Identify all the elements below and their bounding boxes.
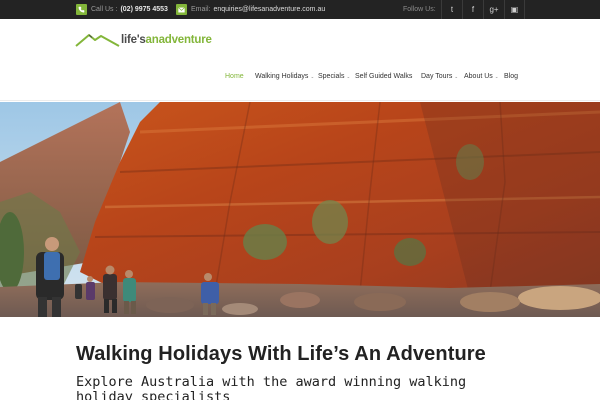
google-plus-icon[interactable]: g+ xyxy=(483,0,504,19)
nav-item-label: Walking Holidays xyxy=(255,73,309,80)
nav-item-label: Self Guided Walks xyxy=(355,73,413,80)
logo-text-part2: anadventure xyxy=(145,34,212,46)
twitter-icon[interactable]: t xyxy=(441,0,462,19)
page-title: Walking Holidays With Life’s An Adventur… xyxy=(76,343,486,365)
follow-label: Follow Us: xyxy=(403,6,436,13)
email-address[interactable]: enquiries@lifesanadventure.com.au xyxy=(213,6,325,13)
nav-item-self-guided-walks[interactable]: Self Guided Walks xyxy=(355,73,412,80)
phone-number[interactable]: (02) 9975 4553 xyxy=(120,6,167,13)
facebook-icon[interactable]: f xyxy=(462,0,483,19)
nav-item-label: Specials xyxy=(318,73,345,80)
email-contact[interactable]: Email: enquiries@lifesanadventure.com.au xyxy=(176,0,325,19)
nav-item-walking-holidays[interactable]: Walking Holidays ⌄ xyxy=(255,73,314,80)
phone-contact[interactable]: Call Us : (02) 9975 4553 xyxy=(76,0,168,19)
logo-text-part1: life's xyxy=(121,34,146,46)
phone-label: Call Us : xyxy=(91,6,118,13)
site-header: life'sanadventure Home Walking Holidays … xyxy=(0,19,600,101)
nav-item-blog[interactable]: Blog xyxy=(504,73,518,80)
chevron-down-icon: ⌄ xyxy=(310,73,315,79)
hero-image xyxy=(0,102,600,317)
phone-icon xyxy=(76,4,87,15)
chevron-down-icon: ⌄ xyxy=(454,73,459,79)
site-logo[interactable]: life'sanadventure xyxy=(75,31,215,49)
gorge-hiking-illustration xyxy=(0,102,600,317)
top-bar: Call Us : (02) 9975 4553 Email: enquirie… xyxy=(0,0,600,19)
nav-item-specials[interactable]: Specials ⌄ xyxy=(318,73,350,80)
envelope-icon xyxy=(176,4,187,15)
chevron-down-icon: ⌄ xyxy=(346,73,351,79)
nav-item-about-us[interactable]: About Us ⌄ xyxy=(464,73,499,80)
nav-item-label: Blog xyxy=(504,73,519,80)
page-subtitle: Explore Australia with the award winning… xyxy=(76,374,467,400)
chevron-down-icon: ⌄ xyxy=(494,73,499,79)
nav-item-label: Home xyxy=(225,73,244,80)
nav-item-label: Day Tours xyxy=(421,73,453,80)
nav-item-day-tours[interactable]: Day Tours ⌄ xyxy=(421,73,458,80)
email-label: Email: xyxy=(191,6,211,13)
nav-item-label: About Us xyxy=(464,73,493,80)
mountain-logo-icon xyxy=(75,34,120,47)
instagram-icon[interactable]: ▣ xyxy=(504,0,525,19)
logo-wordmark: life'sanadventure xyxy=(121,34,212,46)
nav-item-home[interactable]: Home xyxy=(225,73,244,80)
